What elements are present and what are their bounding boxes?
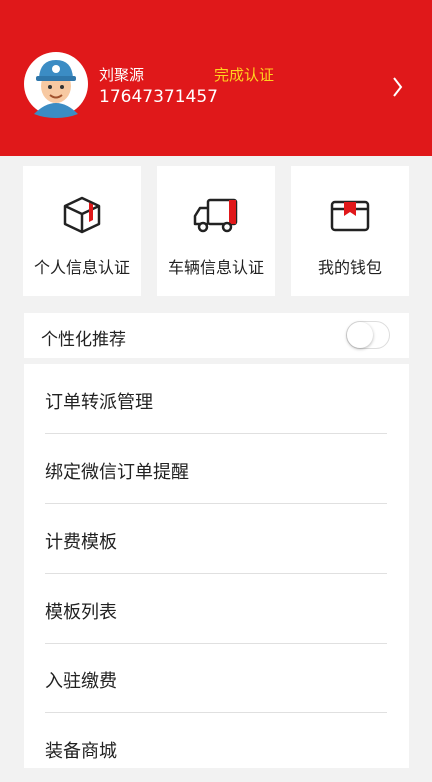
- menu-item-label: 绑定微信订单提醒: [45, 462, 189, 483]
- package-box-icon: [63, 196, 101, 234]
- personal-info-auth-card[interactable]: 个人信息认证: [23, 166, 141, 296]
- card-label: 车辆信息认证: [167, 258, 264, 277]
- settings-menu: 订单转派管理 绑定微信订单提醒 计费模板 模板列表 入驻缴费 装备商城: [24, 364, 409, 768]
- avatar: [24, 48, 88, 120]
- card-label: 我的钱包: [317, 258, 382, 277]
- menu-item-label: 订单转派管理: [45, 392, 153, 413]
- toggle-knob: [347, 322, 373, 348]
- menu-item-label: 计费模板: [45, 532, 117, 553]
- personalized-recommendation-row: 个性化推荐: [24, 313, 409, 358]
- my-wallet-card[interactable]: 我的钱包: [291, 166, 409, 296]
- card-label: 个人信息认证: [33, 258, 130, 277]
- quick-actions: 个人信息认证 车辆信息认证 我的钱包: [0, 166, 432, 296]
- recommendation-toggle[interactable]: [346, 321, 390, 349]
- menu-item-order-transfer[interactable]: 订单转派管理: [45, 364, 387, 434]
- wallet-icon: [330, 200, 370, 232]
- menu-item-wechat-reminder[interactable]: 绑定微信订单提醒: [45, 434, 387, 504]
- menu-item-billing-template[interactable]: 计费模板: [45, 504, 387, 574]
- menu-item-label: 装备商城: [45, 741, 117, 762]
- user-phone: 17647371457: [99, 87, 218, 107]
- menu-item-settlement-fee[interactable]: 入驻缴费: [45, 643, 387, 713]
- profile-header[interactable]: 刘聚源 完成认证 17647371457: [0, 0, 432, 156]
- menu-item-label: 入驻缴费: [45, 671, 117, 692]
- chevron-right-icon[interactable]: [390, 76, 404, 98]
- verification-status: 完成认证: [214, 66, 275, 84]
- vehicle-info-auth-card[interactable]: 车辆信息认证: [157, 166, 275, 296]
- menu-item-equipment-mall[interactable]: 装备商城: [45, 713, 387, 782]
- menu-item-template-list[interactable]: 模板列表: [45, 574, 387, 644]
- truck-icon: [193, 198, 238, 233]
- user-name: 刘聚源: [99, 66, 145, 84]
- recommendation-label: 个性化推荐: [41, 330, 126, 350]
- menu-item-label: 模板列表: [45, 602, 117, 623]
